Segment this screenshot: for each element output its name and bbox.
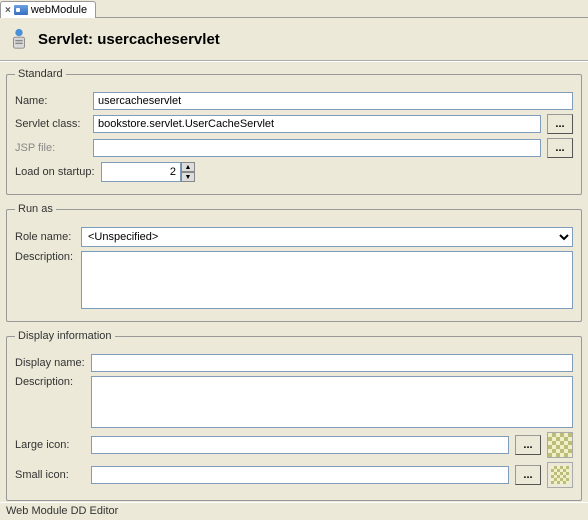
load-on-startup-input[interactable] — [101, 162, 181, 182]
spinner-down-icon[interactable]: ▼ — [181, 172, 195, 182]
standard-group: Standard Name: Servlet class: ... JSP fi… — [6, 68, 582, 195]
servlet-class-label: Servlet class: — [15, 118, 87, 130]
standard-legend: Standard — [15, 68, 66, 80]
small-icon-preview — [551, 466, 569, 484]
name-label: Name: — [15, 95, 87, 107]
module-icon — [14, 5, 28, 15]
browse-small-icon-button[interactable]: ... — [515, 465, 541, 485]
jsp-file-input[interactable] — [93, 139, 541, 157]
role-name-label: Role name: — [15, 231, 75, 243]
display-legend: Display information — [15, 330, 115, 342]
tab-bar: × webModule — [0, 0, 588, 18]
page-title: Servlet: usercacheservlet — [38, 31, 220, 48]
large-icon-preview — [547, 432, 573, 458]
servlet-class-input[interactable] — [93, 115, 541, 133]
runas-desc-label: Description: — [15, 251, 75, 263]
editor-header: Servlet: usercacheservlet — [0, 18, 588, 62]
jsp-file-label: JSP file: — [15, 142, 87, 154]
servlet-icon — [8, 28, 30, 50]
browse-jsp-button[interactable]: ... — [547, 138, 573, 158]
small-icon-input[interactable] — [91, 466, 509, 484]
large-icon-input[interactable] — [91, 436, 509, 454]
browse-large-icon-button[interactable]: ... — [515, 435, 541, 455]
spinner-up-icon[interactable]: ▲ — [181, 162, 195, 172]
name-input[interactable] — [93, 92, 573, 110]
load-on-startup-spinner[interactable]: ▲ ▼ — [101, 162, 181, 182]
display-group: Display information Display name: Descri… — [6, 330, 582, 501]
small-icon-label: Small icon: — [15, 469, 85, 481]
display-name-input[interactable] — [91, 354, 573, 372]
close-tab-icon[interactable]: × — [5, 5, 11, 16]
status-text: Web Module DD Editor — [6, 505, 118, 517]
status-bar: Web Module DD Editor — [0, 502, 588, 520]
tab-webmodule[interactable]: × webModule — [0, 1, 96, 18]
display-name-label: Display name: — [15, 357, 85, 369]
runas-desc-textarea[interactable] — [81, 251, 573, 309]
browse-class-button[interactable]: ... — [547, 114, 573, 134]
large-icon-label: Large icon: — [15, 439, 85, 451]
runas-group: Run as Role name: <Unspecified> Descript… — [6, 203, 582, 322]
load-on-startup-label: Load on startup: — [15, 166, 95, 178]
role-name-select[interactable]: <Unspecified> — [81, 227, 573, 247]
tab-label: webModule — [31, 4, 87, 16]
small-icon-preview-wrap — [547, 462, 573, 488]
display-desc-textarea[interactable] — [91, 376, 573, 428]
runas-legend: Run as — [15, 203, 56, 215]
display-desc-label: Description: — [15, 376, 85, 388]
